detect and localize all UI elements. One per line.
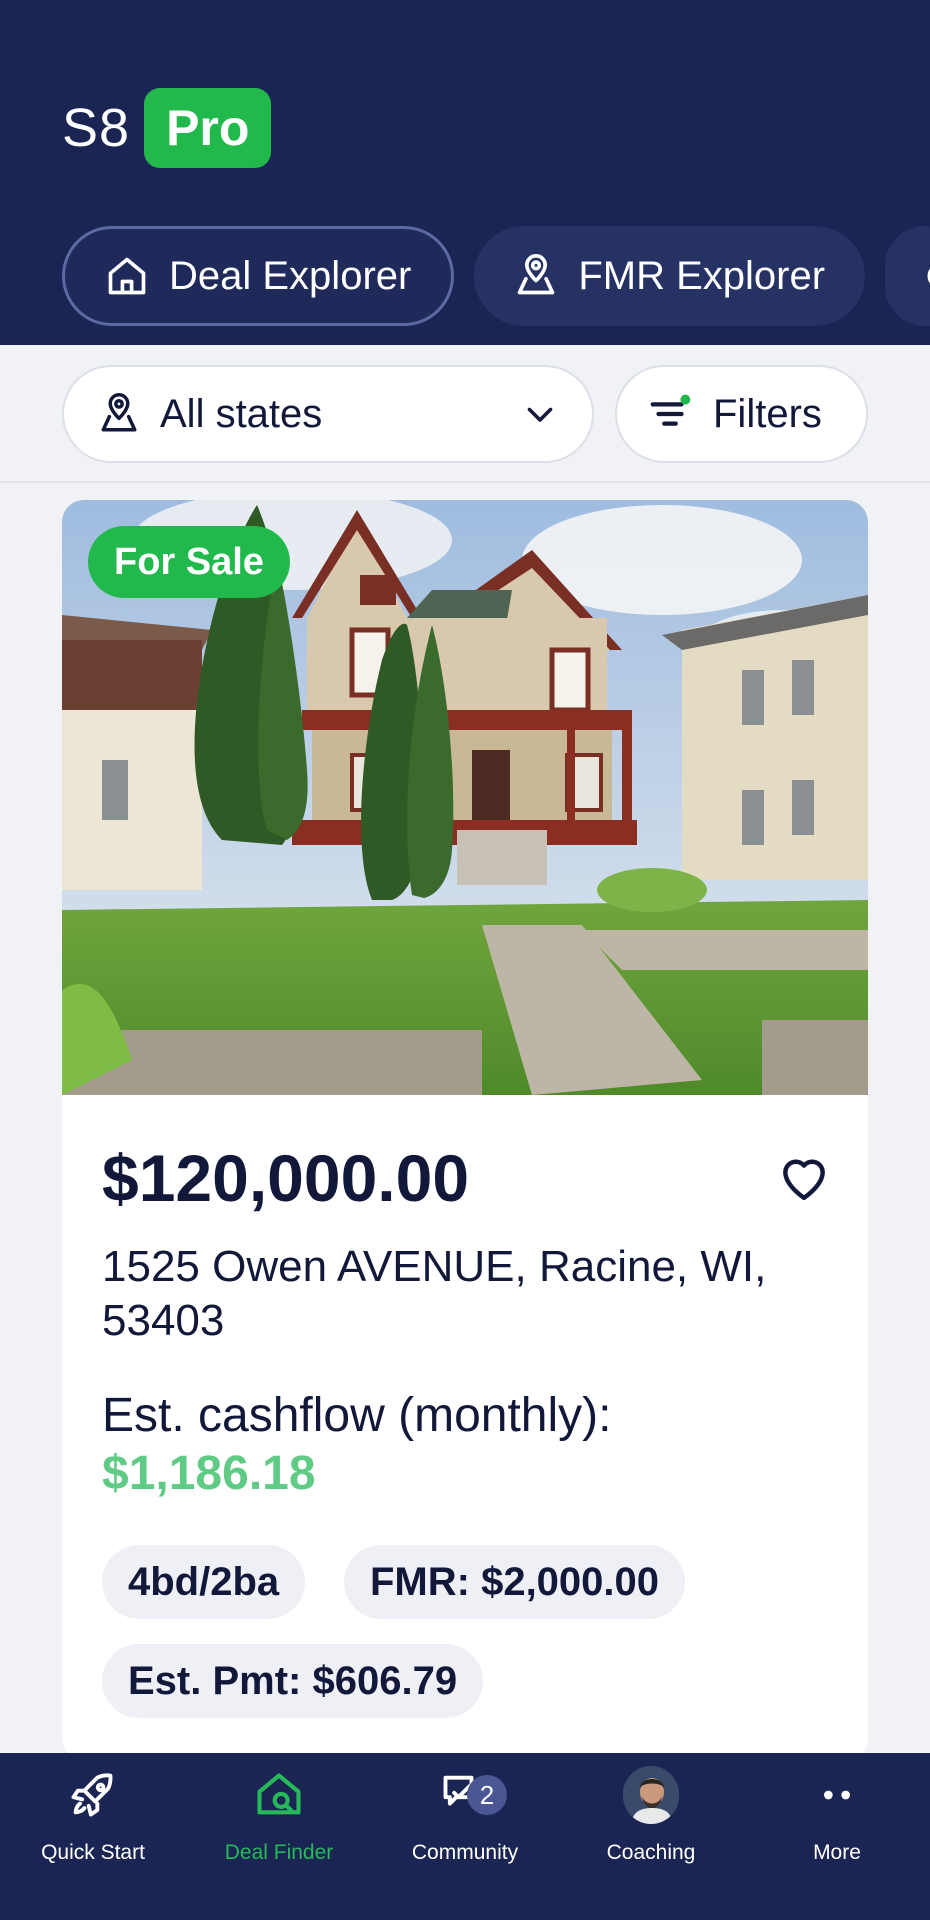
fmr-chip: FMR: $2,000.00 [344, 1545, 686, 1619]
rocket-icon [71, 1773, 113, 1817]
cashflow-value: $1,186.18 [102, 1447, 316, 1500]
status-badge: For Sale [88, 526, 290, 598]
cashflow-label: Est. cashflow (monthly): [102, 1389, 612, 1442]
app-header: S8 Pro Deal Explorer FMR Explorer [0, 0, 930, 345]
nav-label: More [813, 1841, 861, 1864]
heart-icon[interactable] [776, 1150, 832, 1206]
state-select-value: All states [160, 391, 323, 436]
nav-quick-start[interactable]: Quick Start [0, 1753, 186, 1920]
tab-overflow-partial[interactable] [885, 226, 930, 326]
avatar [623, 1766, 679, 1824]
explorer-tabs: Deal Explorer FMR Explorer [62, 226, 930, 326]
nav-label: Quick Start [41, 1841, 145, 1864]
more-dots-icon [824, 1790, 850, 1800]
nav-deal-finder[interactable]: Deal Finder [186, 1753, 372, 1920]
nav-label: Deal Finder [224, 1841, 334, 1864]
tab-deal-explorer[interactable]: Deal Explorer [62, 226, 455, 326]
logo-text: S8 [62, 98, 131, 158]
nav-community[interactable]: 2 Community [372, 1753, 558, 1920]
nav-label: Community [411, 1841, 519, 1864]
listing-card[interactable]: For Sale $120,000.00 1525 Owen AVENUE, R… [62, 500, 868, 1760]
state-select[interactable]: All states [62, 365, 594, 463]
filter-bar: All states Filters [0, 345, 930, 483]
beds-baths-chip: 4bd/2ba [102, 1545, 306, 1619]
map-pin-icon [101, 393, 137, 432]
listing-address: 1525 Owen AVENUE, Racine, WI, 53403 [102, 1242, 767, 1345]
filters-label: Filters [713, 391, 822, 436]
partial-tab-icon [927, 268, 930, 284]
home-icon [108, 257, 146, 295]
listing-price: $120,000.00 [102, 1141, 470, 1215]
nav-coaching[interactable]: Coaching [558, 1753, 744, 1920]
map-pin-icon [517, 254, 555, 295]
logo-pro-badge: Pro [144, 88, 272, 168]
chevron-down-icon [527, 407, 553, 422]
filters-button[interactable]: Filters [615, 365, 868, 463]
home-search-icon [257, 1773, 301, 1815]
tab-label: FMR Explorer [578, 253, 826, 298]
coach-avatar-image [623, 1766, 679, 1824]
app-logo: S8 Pro [62, 88, 272, 168]
tab-fmr-explorer[interactable]: FMR Explorer [474, 226, 866, 326]
listing-photo[interactable]: For Sale [62, 500, 868, 1095]
tab-label: Deal Explorer [169, 253, 412, 298]
filter-icon [650, 394, 691, 426]
nav-label: Coaching [606, 1841, 696, 1864]
est-payment-chip: Est. Pmt: $606.79 [102, 1644, 484, 1718]
bottom-nav: Quick Start Deal Finder 2 Community Coac… [0, 1753, 930, 1920]
nav-more[interactable]: More [744, 1753, 930, 1920]
notification-badge: 2 [467, 1775, 507, 1815]
